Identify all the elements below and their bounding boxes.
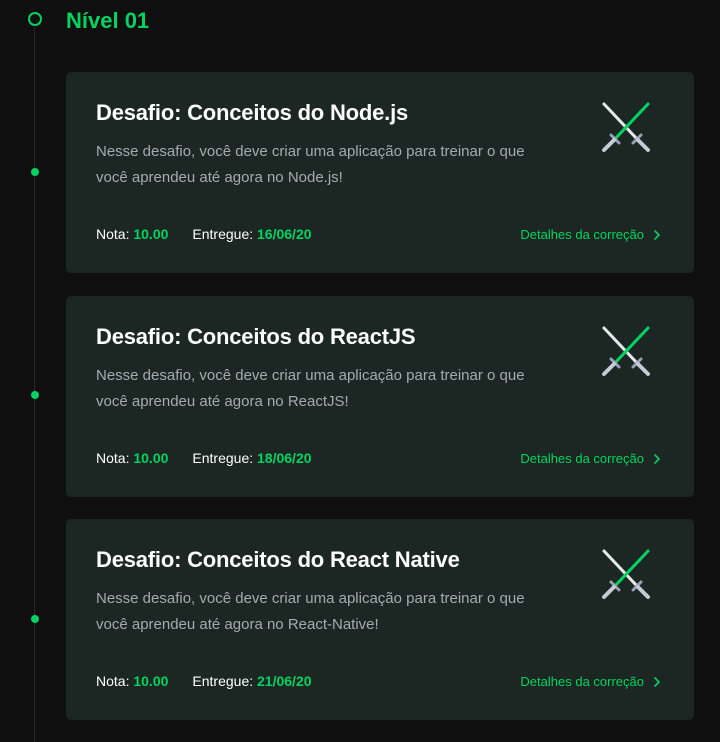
level-title: Nível 01 — [66, 8, 150, 33]
timeline-dot — [31, 168, 39, 176]
grade-label: Nota: — [96, 450, 130, 466]
grade: Nota: 10.00 — [96, 673, 168, 689]
swords-icon — [602, 102, 650, 152]
challenge-card: Desafio: Conceitos do Node.js Nesse desa… — [66, 72, 694, 273]
level-marker-ring — [28, 12, 42, 26]
correction-details-label: Detalhes da correção — [520, 451, 644, 466]
challenge-title: Desafio: Conceitos do ReactJS — [96, 324, 416, 349]
grade: Nota: 10.00 — [96, 226, 168, 242]
grade: Nota: 10.00 — [96, 450, 168, 466]
grade-value: 10.00 — [133, 450, 169, 466]
swords-icon — [602, 549, 650, 599]
chevron-right-icon — [654, 453, 661, 464]
delivered-label: Entregue: — [192, 673, 254, 689]
grade-value: 10.00 — [133, 226, 169, 242]
swords-icon — [602, 326, 650, 376]
delivered-label: Entregue: — [192, 226, 254, 242]
delivered: Entregue: 16/06/20 — [192, 226, 311, 242]
challenge-meta: Nota: 10.00 Entregue: 21/06/20 — [96, 673, 312, 689]
correction-details-link[interactable]: Detalhes da correção — [520, 674, 662, 689]
delivered: Entregue: 21/06/20 — [192, 673, 311, 689]
correction-details-label: Detalhes da correção — [520, 227, 644, 242]
challenge-description: Nesse desafio, você deve criar uma aplic… — [96, 367, 525, 410]
correction-details-link[interactable]: Detalhes da correção — [520, 451, 662, 466]
chevron-right-icon — [654, 229, 661, 240]
challenge-title: Desafio: Conceitos do React Native — [96, 547, 460, 572]
timeline-dot — [31, 391, 39, 399]
challenge-description: Nesse desafio, você deve criar uma aplic… — [96, 143, 525, 186]
challenge-card: Desafio: Conceitos do ReactJS Nesse desa… — [66, 296, 694, 497]
grade-label: Nota: — [96, 226, 130, 242]
delivered-date: 16/06/20 — [257, 226, 312, 242]
correction-details-label: Detalhes da correção — [520, 674, 644, 689]
grade-label: Nota: — [96, 673, 130, 689]
delivered-label: Entregue: — [192, 450, 254, 466]
challenges-timeline-page: Nível 01 Desafio: Conceitos do Node.js N… — [0, 0, 720, 742]
challenge-description: Nesse desafio, você deve criar uma aplic… — [96, 590, 525, 633]
delivered-date: 21/06/20 — [257, 673, 312, 689]
challenge-title: Desafio: Conceitos do Node.js — [96, 100, 409, 125]
timeline-dot — [31, 615, 39, 623]
chevron-right-icon — [654, 676, 661, 687]
challenge-meta: Nota: 10.00 Entregue: 16/06/20 — [96, 226, 312, 242]
challenge-card: Desafio: Conceitos do React Native Nesse… — [66, 519, 694, 720]
challenge-meta: Nota: 10.00 Entregue: 18/06/20 — [96, 450, 312, 466]
correction-details-link[interactable]: Detalhes da correção — [520, 227, 662, 242]
delivered-date: 18/06/20 — [257, 450, 312, 466]
delivered: Entregue: 18/06/20 — [192, 450, 311, 466]
grade-value: 10.00 — [133, 673, 169, 689]
timeline-line — [34, 27, 35, 742]
